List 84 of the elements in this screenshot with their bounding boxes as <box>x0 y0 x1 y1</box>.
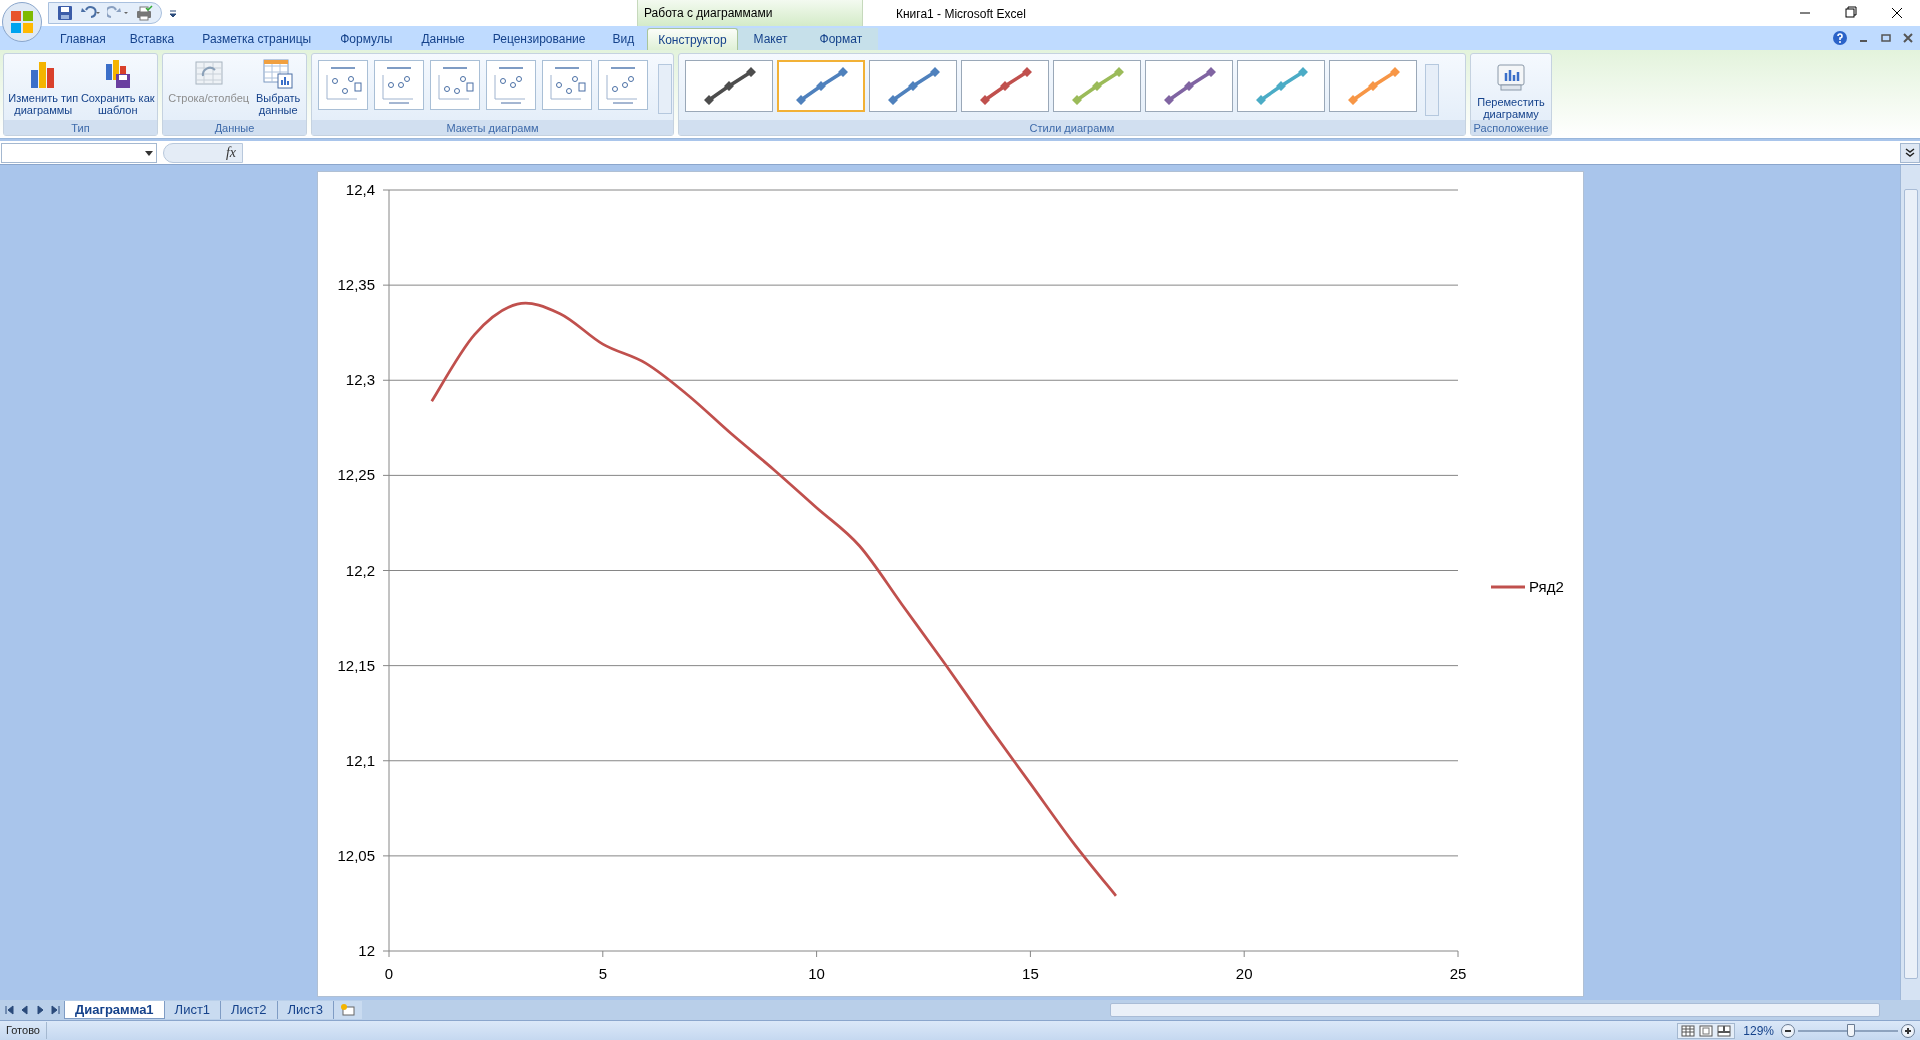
ribbon-tab[interactable]: Конструктор <box>647 28 738 50</box>
printer-icon[interactable] <box>135 5 153 21</box>
y-axis-label: 12,3 <box>345 371 375 389</box>
insert-function-button[interactable]: fx <box>225 142 236 163</box>
new-sheet-icon <box>340 1003 357 1017</box>
ribbon-tab[interactable]: Главная <box>50 28 116 50</box>
chart-layout-option[interactable] <box>374 60 424 110</box>
status-text: Готово <box>0 1022 47 1039</box>
chart-style-option[interactable] <box>685 60 773 112</box>
first-sheet-icon[interactable] <box>4 1004 15 1016</box>
x-axis-label: 0 <box>384 965 393 982</box>
ribbon-tab[interactable]: Формулы <box>325 28 408 50</box>
chart-layout-option[interactable] <box>542 60 592 110</box>
chart-style-option[interactable] <box>869 60 957 112</box>
help-icon[interactable] <box>1832 30 1848 46</box>
y-axis-label: 12,4 <box>345 181 375 198</box>
redo-icon[interactable] <box>107 5 129 21</box>
ribbon-tab[interactable]: Данные <box>407 28 479 50</box>
x-axis-label: 10 <box>807 965 825 982</box>
last-sheet-icon[interactable] <box>49 1004 60 1016</box>
chart-style-option[interactable] <box>1145 60 1233 112</box>
y-axis-label: 12,25 <box>336 466 375 484</box>
sheet-tab[interactable]: Лист2 <box>221 1001 278 1019</box>
ribbon-group-label: Тип <box>4 120 157 135</box>
double-chevron-icon <box>1905 147 1915 158</box>
chart-layout-option[interactable] <box>430 60 480 110</box>
chart-layout-option[interactable] <box>598 60 648 110</box>
select-data-button[interactable]: Выбрать данные <box>252 56 304 116</box>
horizontal-scrollbar[interactable] <box>1110 1003 1880 1017</box>
ribbon-group-label: Расположение <box>1471 120 1551 135</box>
insert-sheet-button[interactable] <box>334 1001 363 1019</box>
sheet-tab[interactable]: Лист3 <box>277 1001 335 1019</box>
vertical-scrollbar[interactable] <box>1900 165 1920 1000</box>
y-axis-label: 12 <box>357 942 375 959</box>
x-axis-label: 5 <box>598 965 607 982</box>
customize-dropdown-icon[interactable] <box>168 8 178 18</box>
ribbon-tab[interactable]: Рецензирование <box>478 28 600 50</box>
zoom-in-icon[interactable] <box>1900 1022 1916 1039</box>
ribbon-tab[interactable]: Вид <box>599 28 648 50</box>
y-axis-label: 12,35 <box>336 276 375 294</box>
sheet-tab[interactable]: Лист1 <box>164 1001 222 1019</box>
ribbon-group-label: Данные <box>163 120 306 135</box>
page-break-view-icon[interactable] <box>1716 1023 1733 1038</box>
normal-view-icon[interactable] <box>1680 1023 1697 1038</box>
restore-icon[interactable] <box>1880 32 1892 44</box>
zoom-level[interactable]: 129% <box>1743 1021 1774 1040</box>
ribbon-group-label: Стили диаграмм <box>679 120 1465 135</box>
name-box[interactable] <box>1 142 157 163</box>
sheet-tab[interactable]: Диаграмма1 <box>64 1001 165 1019</box>
office-button[interactable] <box>2 2 42 42</box>
ribbon-tab[interactable]: Формат <box>803 28 879 50</box>
save-icon[interactable] <box>57 5 73 21</box>
y-axis-label: 12,05 <box>336 846 375 864</box>
y-axis-label: 12,1 <box>345 751 375 769</box>
previous-sheet-icon[interactable] <box>19 1004 30 1016</box>
chart-style-option[interactable] <box>777 60 865 112</box>
x-axis-label: 20 <box>1235 965 1253 982</box>
legend-line-icon <box>1490 585 1525 589</box>
zoom-slider[interactable] <box>1798 1023 1898 1038</box>
chart-layout-option[interactable] <box>486 60 536 110</box>
chart-style-option[interactable] <box>961 60 1049 112</box>
y-axis-label: 12,2 <box>345 561 375 579</box>
y-axis-label: 12,15 <box>336 656 375 674</box>
ribbon-group-label: Макеты диаграмм <box>312 120 673 135</box>
save-as-template-button[interactable]: Сохранить как шаблон <box>80 56 155 116</box>
office-logo-icon <box>9 9 35 35</box>
change-chart-type-button[interactable]: Изменить тип диаграммы <box>6 56 81 116</box>
window-title: Книга1 - Microsoft Excel <box>896 6 1026 23</box>
move-chart-button[interactable]: Переместить диаграмму <box>1473 56 1549 120</box>
zoom-slider-thumb[interactable] <box>1847 1024 1855 1037</box>
ribbon-tab[interactable]: Вставка <box>115 28 189 50</box>
zoom-out-icon[interactable] <box>1780 1022 1796 1039</box>
move-chart-icon <box>1495 62 1527 94</box>
undo-icon[interactable] <box>79 5 101 21</box>
ribbon-tab[interactable]: Разметка страницы <box>188 28 326 50</box>
expand-formula-bar-button[interactable] <box>1900 142 1920 163</box>
legend-label: Ряд2 <box>1528 578 1564 595</box>
x-axis-label: 15 <box>1021 965 1039 982</box>
ribbon-tab[interactable]: Макет <box>737 28 804 50</box>
chart-layout-option[interactable] <box>318 60 368 110</box>
x-axis-label: 25 <box>1449 965 1466 982</box>
next-sheet-icon[interactable] <box>34 1004 45 1016</box>
contextual-tab-group-title: Работа с диаграммами <box>644 5 773 22</box>
close-icon[interactable] <box>1902 32 1914 44</box>
